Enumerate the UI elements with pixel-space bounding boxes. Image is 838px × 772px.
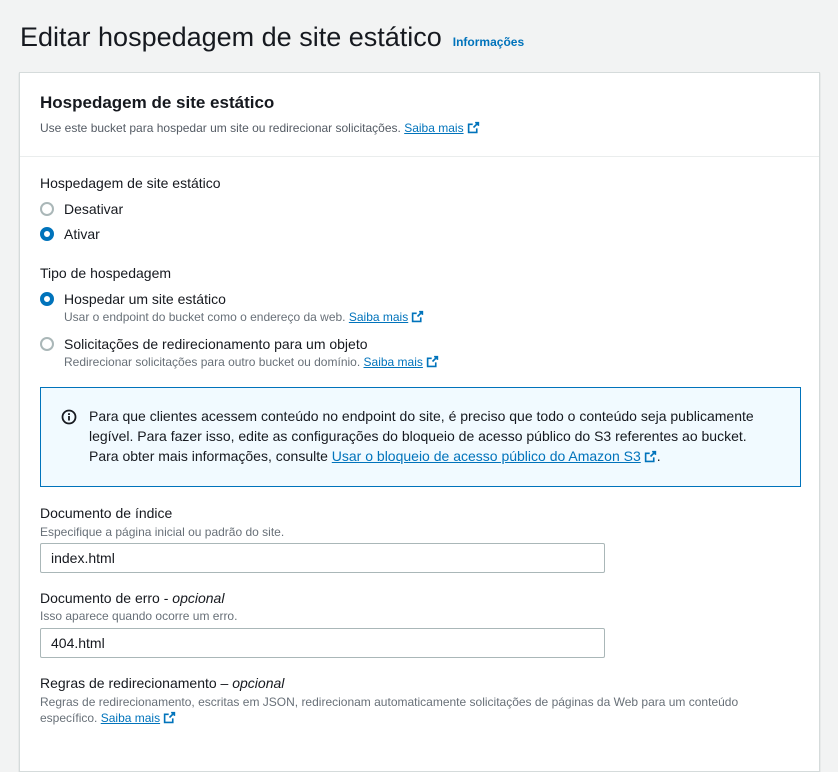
info-alert: Para que clientes acessem conteúdo no en…: [40, 387, 801, 487]
external-link-icon: [163, 711, 176, 724]
hosting-type-label: Tipo de hospedagem: [40, 265, 172, 281]
index-document-label: Documento de índice: [40, 505, 173, 521]
radio-description: Usar o endpoint do bucket como o endereç…: [64, 309, 424, 325]
panel-header: Hospedagem de site estático Use este buc…: [20, 73, 819, 157]
learn-more-link[interactable]: Saiba mais: [349, 310, 408, 324]
panel-description: Use este bucket para hospedar um site ou…: [40, 121, 799, 135]
redirect-rules-description: Regras de redirecionamento, escritas em …: [40, 695, 739, 725]
external-link-icon: [467, 121, 479, 134]
panel-title: Hospedagem de site estático: [40, 93, 275, 112]
hosting-label: Hospedagem de site estático: [40, 175, 221, 191]
learn-more-link[interactable]: Saiba mais: [404, 121, 463, 135]
index-document-input[interactable]: [40, 543, 605, 573]
redirect-rules-label: Regras de redirecionamento – opcional: [40, 675, 285, 691]
radio-disable[interactable]: Desativar: [40, 200, 123, 218]
radio-redirect-requests[interactable]: Solicitações de redirecionamento para um…: [40, 335, 439, 370]
learn-more-link[interactable]: Saiba mais: [364, 355, 423, 369]
external-link-icon: [644, 450, 656, 463]
radio-enable-control[interactable]: [40, 227, 54, 241]
page-title: Editar hospedagem de site estático: [20, 22, 442, 52]
radio-redirect-requests-control[interactable]: [40, 337, 54, 351]
error-document-input[interactable]: [40, 628, 605, 658]
external-link-icon: [426, 355, 439, 368]
radio-host-static-site[interactable]: Hospedar um site estático Usar o endpoin…: [40, 290, 424, 325]
learn-more-link[interactable]: Saiba mais: [101, 711, 160, 725]
page-header: Editar hospedagem de site estático Infor…: [20, 22, 524, 53]
radio-disable-control[interactable]: [40, 202, 54, 216]
info-circle-icon: [61, 409, 77, 425]
block-public-access-link[interactable]: Usar o bloqueio de acesso público do Ama…: [332, 448, 641, 464]
radio-host-static-site-control[interactable]: [40, 292, 54, 306]
radio-enable[interactable]: Ativar: [40, 225, 100, 243]
index-document-description: Especifique a página inicial ou padrão d…: [40, 525, 285, 539]
error-document-description: Isso aparece quando ocorre um erro.: [40, 609, 238, 623]
static-hosting-panel: Hospedagem de site estático Use este buc…: [19, 72, 820, 772]
error-document-label: Documento de erro - opcional: [40, 590, 225, 606]
radio-description: Redirecionar solicitações para outro buc…: [64, 354, 439, 370]
external-link-icon: [412, 310, 424, 323]
info-link[interactable]: Informações: [453, 35, 524, 49]
